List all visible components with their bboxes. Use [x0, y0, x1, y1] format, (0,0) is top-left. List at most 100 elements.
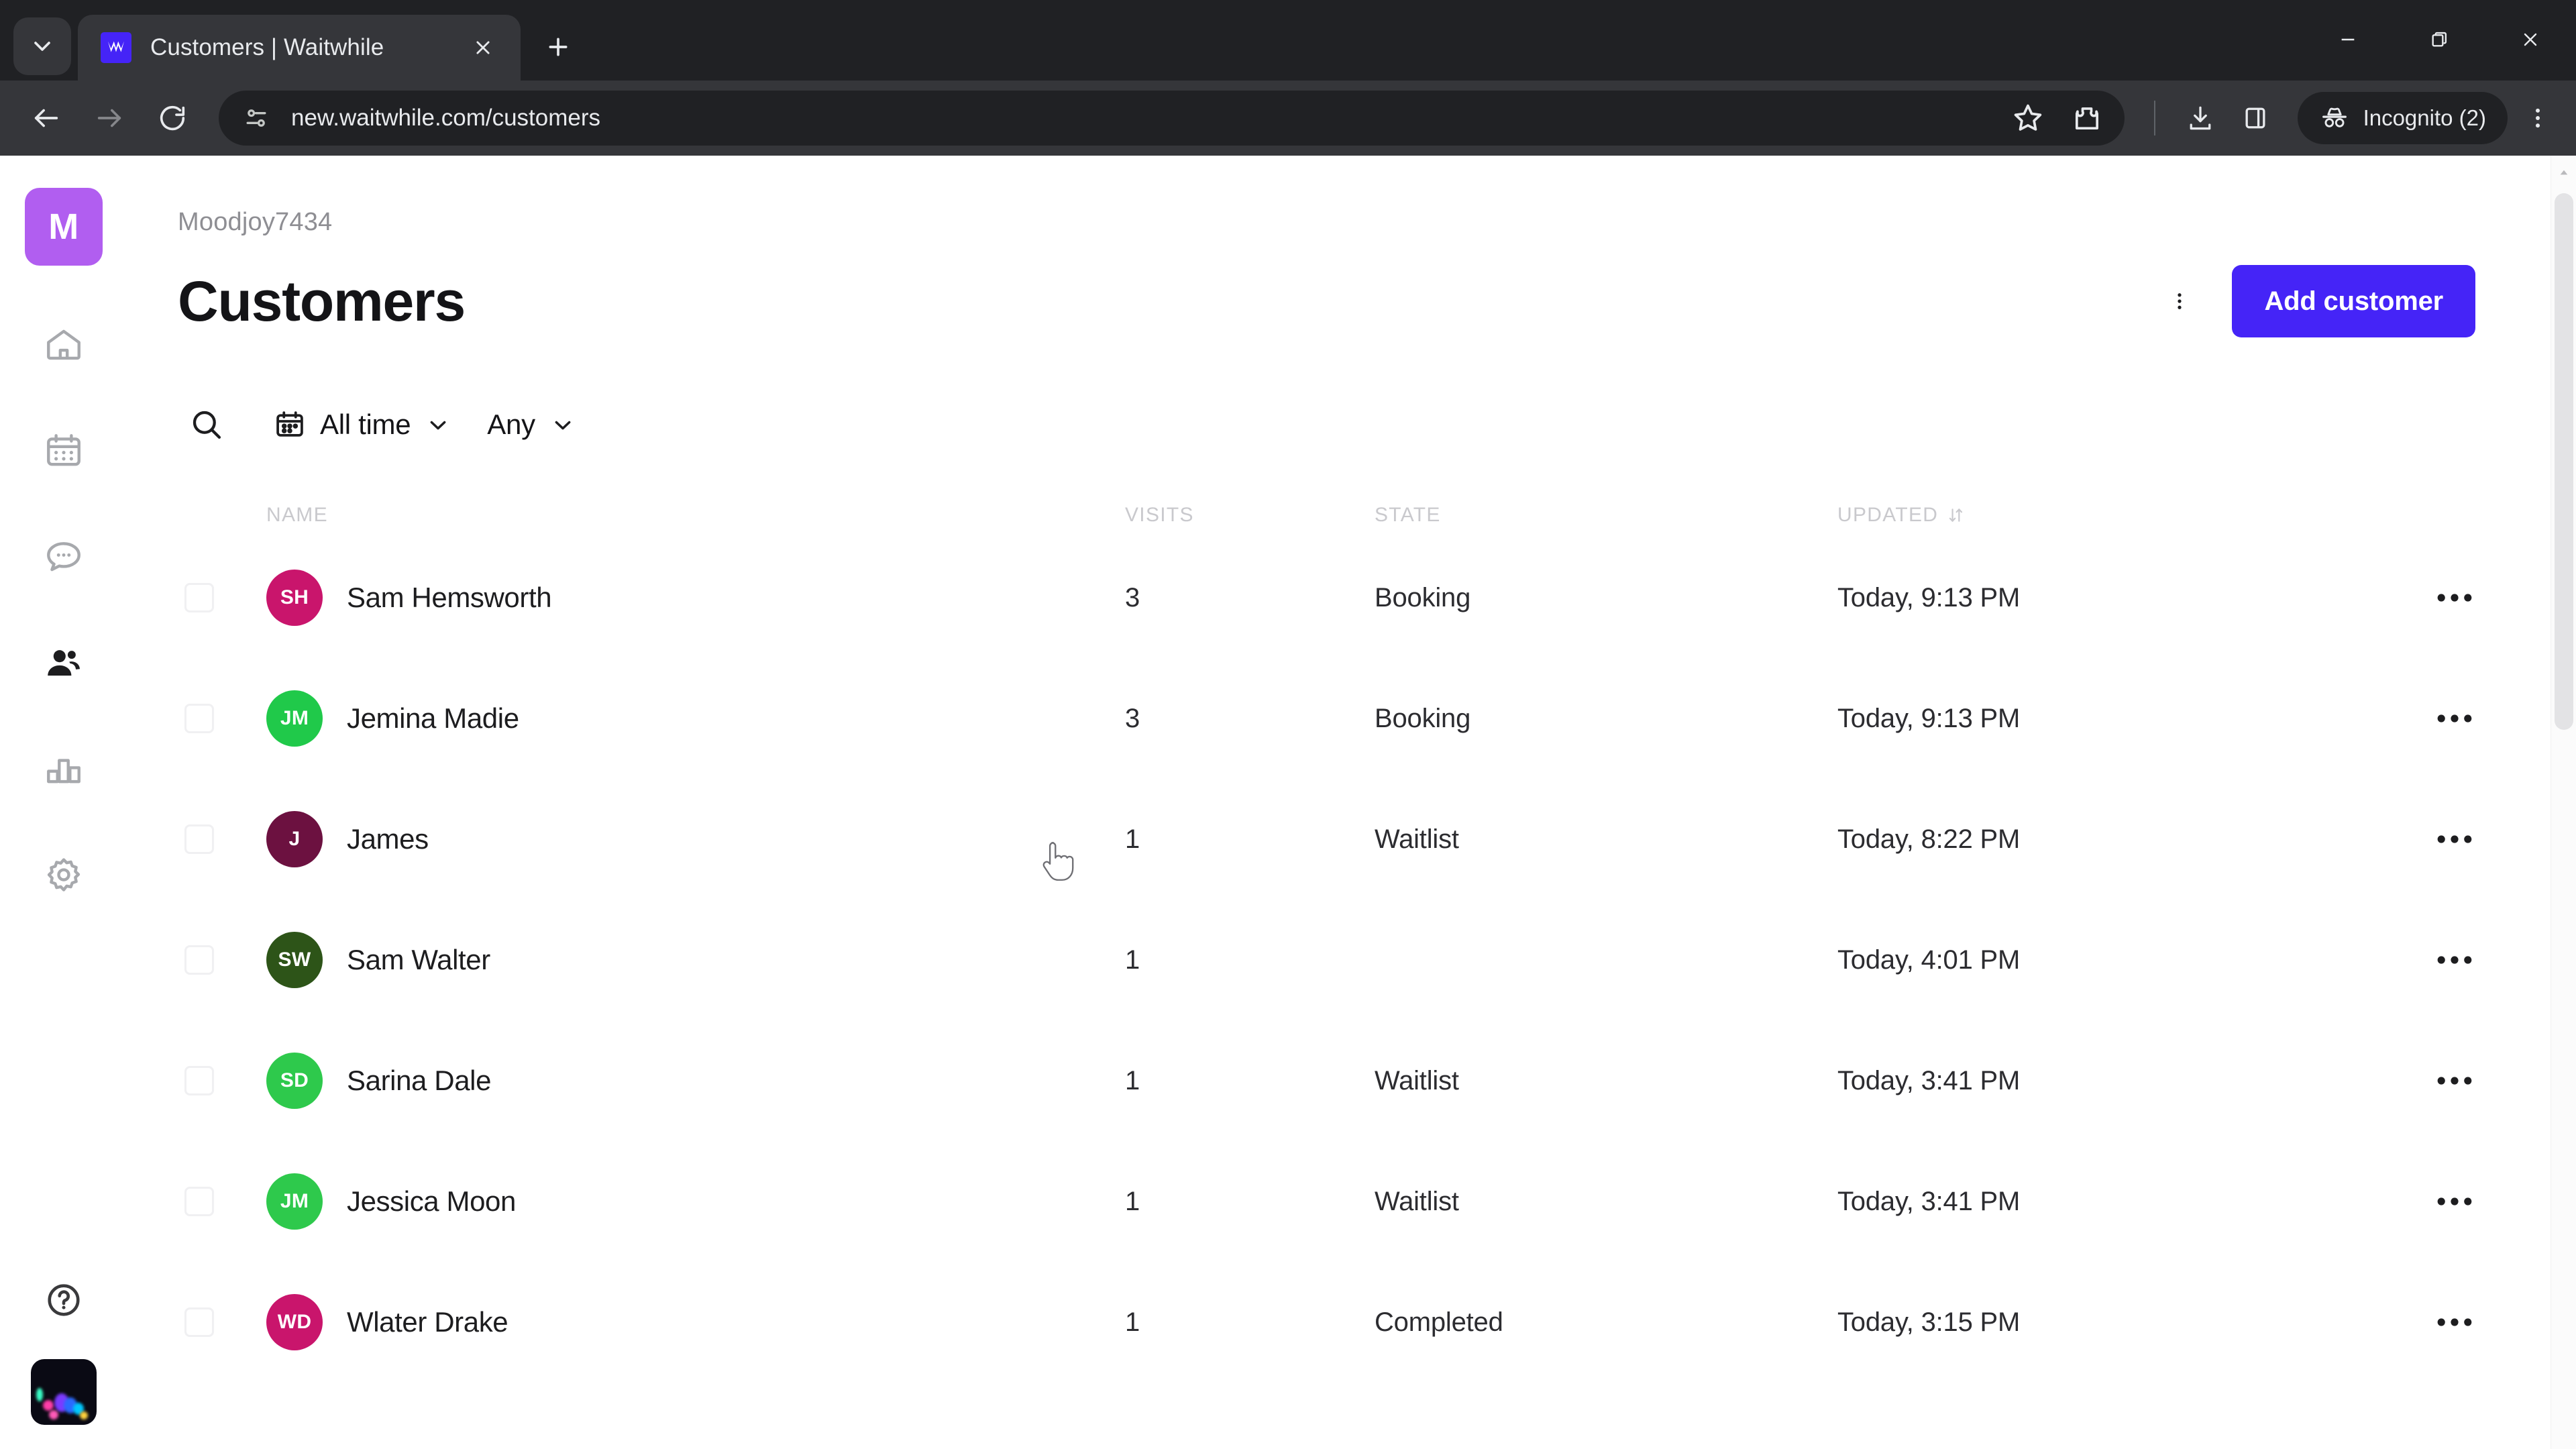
visits-cell: 1 — [1125, 1307, 1140, 1337]
chat-bubble-icon — [47, 542, 80, 572]
three-dots-horizontal-icon — [2437, 1077, 2472, 1085]
state-cell: Waitlist — [1375, 1186, 1459, 1216]
address-bar[interactable]: new.waitwhile.com/customers — [219, 91, 2125, 146]
user-avatar[interactable] — [31, 1359, 97, 1425]
workspace-logo[interactable]: M — [25, 188, 103, 266]
sidebar-item-analytics[interactable] — [26, 731, 101, 806]
column-header-name[interactable]: NAME — [266, 504, 1125, 527]
customer-name-cell[interactable]: SD Sarina Dale — [266, 1053, 1125, 1109]
scroll-up-button[interactable] — [2551, 161, 2576, 184]
row-menu-button[interactable] — [2426, 931, 2483, 989]
three-dots-horizontal-icon — [2437, 1318, 2472, 1326]
row-menu-button[interactable] — [2426, 810, 2483, 868]
downloads-button[interactable] — [2173, 91, 2228, 146]
extensions-icon[interactable] — [2070, 101, 2104, 136]
column-header-visits[interactable]: VISITS — [1125, 504, 1375, 527]
customer-name-cell[interactable]: JM Jessica Moon — [266, 1173, 1125, 1230]
row-checkbox-cell — [184, 1066, 266, 1095]
table-row[interactable]: JM Jemina Madie 3 Booking Today, 9:13 PM — [178, 658, 2502, 779]
row-menu-button[interactable] — [2426, 1173, 2483, 1230]
search-button[interactable] — [178, 396, 235, 453]
updated-cell: Today, 3:41 PM — [1837, 1065, 2021, 1095]
row-checkbox-cell — [184, 1307, 266, 1337]
sidebar-item-settings[interactable] — [26, 837, 101, 912]
row-checkbox[interactable] — [184, 824, 214, 854]
add-customer-button[interactable]: Add customer — [2232, 265, 2475, 337]
row-checkbox-cell — [184, 1187, 266, 1216]
sidebar-item-home[interactable] — [26, 307, 101, 382]
row-checkbox[interactable] — [184, 583, 214, 612]
customer-name-cell[interactable]: SW Sam Walter — [266, 932, 1125, 988]
app-sidebar: M — [0, 156, 127, 1449]
table-row[interactable]: SH Sam Hemsworth 3 Booking Today, 9:13 PM — [178, 537, 2502, 658]
page-scrollbar[interactable] — [2551, 156, 2576, 1449]
reload-button[interactable] — [141, 87, 204, 150]
state-filter[interactable]: Any — [487, 397, 576, 452]
page-settings-icon[interactable] — [241, 103, 271, 133]
table-row[interactable]: WD Wlater Drake 1 Completed Today, 3:15 PM — [178, 1262, 2502, 1383]
chevron-down-icon — [430, 421, 446, 430]
back-arrow-icon — [34, 109, 58, 127]
column-header-state[interactable]: STATE — [1375, 504, 1837, 527]
sidebar-item-customers[interactable] — [26, 625, 101, 700]
avatar: JM — [266, 1173, 323, 1230]
date-range-filter[interactable]: All time — [273, 397, 452, 452]
column-header-updated[interactable]: UPDATED — [1837, 504, 2355, 527]
sidebar-item-schedule[interactable] — [26, 413, 101, 488]
organization-name: Moodjoy7434 — [178, 208, 333, 236]
customers-table: NAME VISITS STATE UPDATED SH Sam Hemswort… — [178, 493, 2576, 1383]
row-checkbox[interactable] — [184, 1307, 214, 1337]
sort-descending-icon — [1949, 508, 1963, 522]
updated-cell: Today, 4:01 PM — [1837, 945, 2021, 975]
row-checkbox[interactable] — [184, 945, 214, 975]
date-range-label: All time — [320, 409, 411, 440]
new-tab-button[interactable] — [533, 21, 584, 72]
back-button[interactable] — [15, 87, 78, 150]
close-icon — [476, 41, 490, 54]
sidebar-item-messages[interactable] — [26, 519, 101, 594]
side-panel-button[interactable] — [2228, 91, 2283, 146]
browser-tab[interactable]: Customers | Waitwhile — [78, 15, 521, 80]
table-row[interactable]: JM Jessica Moon 1 Waitlist Today, 3:41 PM — [178, 1141, 2502, 1262]
browser-menu-button[interactable] — [2514, 91, 2561, 146]
customer-name-cell[interactable]: WD Wlater Drake — [266, 1294, 1125, 1350]
customer-name: Sarina Dale — [347, 1065, 492, 1096]
page-menu-button[interactable] — [2150, 272, 2209, 331]
window-close-button[interactable] — [2485, 0, 2576, 79]
three-dots-horizontal-icon — [2437, 714, 2472, 722]
row-menu-button[interactable] — [2426, 690, 2483, 747]
tab-search-button[interactable] — [13, 17, 71, 75]
maximize-icon — [2432, 32, 2447, 47]
tab-close-button[interactable] — [464, 29, 502, 66]
column-header-updated-label: UPDATED — [1837, 504, 1939, 526]
people-icon — [48, 650, 80, 676]
row-menu-button[interactable] — [2426, 1293, 2483, 1351]
search-icon — [193, 411, 221, 439]
window-minimize-button[interactable] — [2302, 0, 2394, 79]
profile-incognito-button[interactable]: Incognito (2) — [2297, 92, 2508, 144]
url-text: new.waitwhile.com/customers — [291, 105, 600, 131]
sidebar-nav — [26, 307, 101, 943]
forward-button[interactable] — [78, 87, 141, 150]
star-icon[interactable] — [2010, 101, 2045, 136]
row-checkbox[interactable] — [184, 1066, 214, 1095]
customer-name-cell[interactable]: SH Sam Hemsworth — [266, 570, 1125, 626]
customer-name-cell[interactable]: JM Jemina Madie — [266, 690, 1125, 747]
avatar: J — [266, 811, 323, 867]
customer-name-cell[interactable]: J James — [266, 811, 1125, 867]
row-menu-button[interactable] — [2426, 1052, 2483, 1110]
table-row[interactable]: J James 1 Waitlist Today, 8:22 PM — [178, 779, 2502, 900]
customer-name: James — [347, 823, 429, 855]
table-header-row: NAME VISITS STATE UPDATED — [178, 493, 2502, 537]
scrollbar-thumb[interactable] — [2555, 193, 2573, 730]
help-button[interactable] — [32, 1268, 96, 1332]
side-panel-icon — [2245, 107, 2265, 129]
table-row[interactable]: SD Sarina Dale 1 Waitlist Today, 3:41 PM — [178, 1020, 2502, 1141]
window-maximize-button[interactable] — [2394, 0, 2485, 79]
visits-cell: 1 — [1125, 1065, 1140, 1095]
row-checkbox[interactable] — [184, 1187, 214, 1216]
row-checkbox[interactable] — [184, 704, 214, 733]
row-actions-cell — [2355, 569, 2502, 627]
row-menu-button[interactable] — [2426, 569, 2483, 627]
table-row[interactable]: SW Sam Walter 1 Today, 4:01 PM — [178, 900, 2502, 1020]
